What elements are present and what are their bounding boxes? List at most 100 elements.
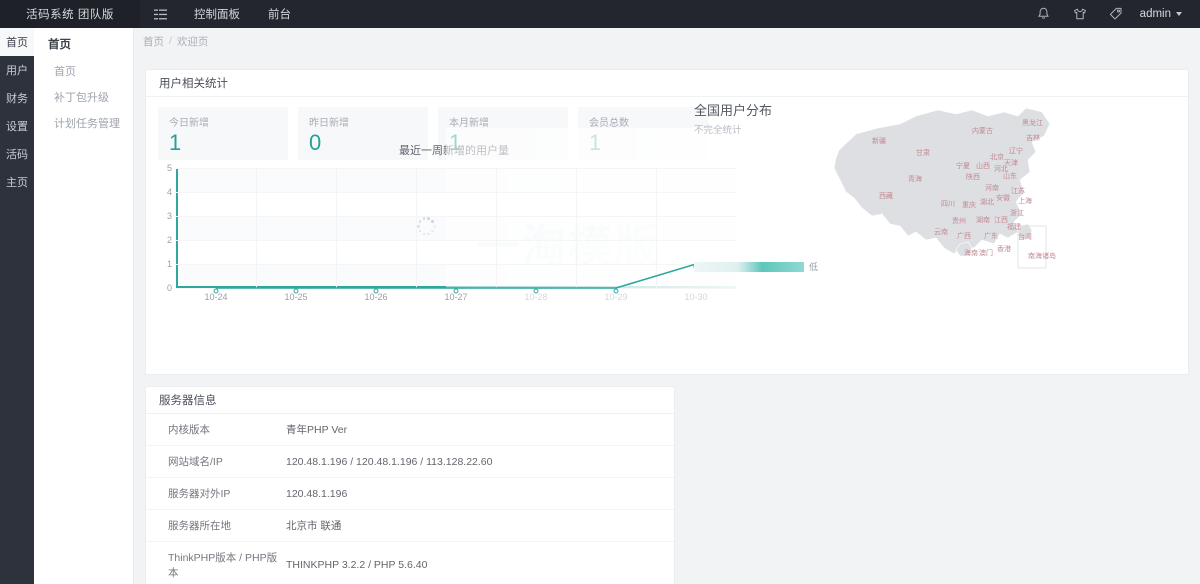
map-province-label: 江苏	[1011, 188, 1025, 196]
map-province-label: 福建	[1007, 224, 1021, 232]
stat-label: 本月新增	[449, 114, 568, 129]
chevron-down-icon	[1176, 12, 1182, 16]
stat-label: 会员总数	[589, 114, 708, 129]
stat-label: 今日新增	[169, 114, 288, 129]
table-row: 网站域名/IP120.48.1.196 / 120.48.1.196 / 113…	[146, 446, 674, 478]
subnav-item-home[interactable]: 首页	[34, 58, 133, 84]
weekly-new-users-chart: 最近一周新增的用户量 一淘模版 01234510-2410-2510-2610-…	[154, 142, 754, 370]
chart-y-tick-label: 3	[160, 212, 172, 220]
breadcrumb: 首页 / 欢迎页	[134, 28, 1200, 54]
brand-logo[interactable]: 活码系统 团队版	[0, 0, 140, 28]
map-province-label: 重庆	[962, 202, 976, 210]
sidebar-item-settings[interactable]: 设置	[0, 112, 34, 140]
chart-data-point[interactable]	[534, 288, 539, 293]
table-row: 服务器所在地北京市 联通	[146, 510, 674, 542]
breadcrumb-current: 欢迎页	[177, 34, 209, 49]
map-province-label: 黑龙江	[1022, 120, 1043, 128]
map-province-label: 海南	[964, 250, 978, 258]
map-province-label: 云南	[934, 229, 948, 237]
map-province-label: 安徽	[996, 195, 1010, 203]
chart-data-point[interactable]	[214, 288, 219, 293]
sidebar-item-home[interactable]: 首页	[0, 28, 34, 56]
chart-y-tick-label: 1	[160, 260, 172, 268]
header-link-dashboard[interactable]: 控制面板	[180, 0, 254, 28]
sidebar-item-mainpage[interactable]: 主页	[0, 168, 34, 196]
shirt-icon[interactable]	[1062, 0, 1098, 28]
map-province-label: 宁夏	[956, 163, 970, 171]
map-province-label: 山东	[1003, 173, 1017, 181]
subnav-item-patch-upgrade[interactable]: 补丁包升级	[34, 84, 133, 110]
user-statistics-title: 用户相关统计	[146, 70, 1188, 97]
map-province-label: 澳门	[979, 250, 993, 258]
server-info-value: 120.48.1.196	[286, 478, 674, 510]
legend-label-low: 低	[809, 260, 818, 273]
server-info-value: 青年PHP Ver	[286, 414, 674, 446]
stat-label: 昨日新增	[309, 114, 428, 129]
shirt-icon-svg	[1073, 7, 1087, 21]
map-province-label: 青海	[908, 176, 922, 184]
server-info-key: 网站域名/IP	[146, 446, 286, 478]
bell-icon-svg	[1037, 7, 1050, 21]
map-province-label: 新疆	[872, 138, 886, 146]
map-province-label: 浙江	[1010, 210, 1024, 218]
map-province-label: 广东	[984, 233, 998, 241]
map-province-label: 西藏	[879, 193, 893, 201]
tag-icon[interactable]	[1098, 0, 1134, 28]
chart-title: 最近一周新增的用户量	[154, 142, 754, 158]
server-info-key: 服务器对外IP	[146, 478, 286, 510]
user-menu-label: admin	[1140, 8, 1171, 20]
server-info-title: 服务器信息	[146, 387, 674, 414]
table-row: ThinkPHP版本 / PHP版本THINKPHP 3.2.2 / PHP 5…	[146, 542, 674, 584]
map-province-label: 湖南	[976, 217, 990, 225]
chart-y-tick-label: 5	[160, 164, 172, 172]
server-info-table: 内核版本青年PHP Ver网站域名/IP120.48.1.196 / 120.4…	[146, 414, 674, 584]
map-province-label: 江西	[994, 217, 1008, 225]
user-statistics-card: 用户相关统计 今日新增 1 昨日新增 0 本月新增 1 会员总数 1 最近一周新…	[145, 69, 1189, 375]
map-province-label: 香港	[997, 246, 1011, 254]
user-menu[interactable]: admin	[1134, 0, 1190, 28]
map-province-label: 河南	[985, 185, 999, 193]
map-province-label: 广西	[957, 233, 971, 241]
table-row: 服务器对外IP120.48.1.196	[146, 478, 674, 510]
server-info-key: ThinkPHP版本 / PHP版本	[146, 542, 286, 584]
sidebar-item-users[interactable]: 用户	[0, 56, 34, 84]
sidebar-item-livecode[interactable]: 活码	[0, 140, 34, 168]
map-province-label: 湖北	[980, 199, 994, 207]
map-province-label: 贵州	[952, 218, 966, 226]
breadcrumb-root[interactable]: 首页	[143, 34, 164, 49]
chart-data-point[interactable]	[614, 288, 619, 293]
hamburger-list-icon-svg	[154, 9, 167, 20]
chart-data-point[interactable]	[454, 288, 459, 293]
national-user-distribution-panel: 全国用户分布 不完全统计 黑龙江吉林辽宁内蒙古北京天津河北山西山东宁夏陕西河南江…	[694, 100, 1180, 350]
tag-icon-svg	[1109, 7, 1123, 21]
map-province-label: 台湾	[1018, 234, 1032, 242]
server-info-card: 服务器信息 内核版本青年PHP Ver网站域名/IP120.48.1.196 /…	[145, 386, 675, 584]
server-info-key: 内核版本	[146, 414, 286, 446]
chart-plot-area: 一淘模版 01234510-2410-2510-2610-2710-2810-2…	[176, 168, 736, 288]
header-actions: admin	[1026, 0, 1200, 28]
chart-y-tick-label: 0	[160, 284, 172, 292]
chart-y-tick-label: 2	[160, 236, 172, 244]
hamburger-list-icon[interactable]	[140, 0, 180, 28]
map-color-legend: 低	[694, 260, 818, 273]
map-province-label: 南海诸岛	[1028, 253, 1056, 261]
chart-y-tick-label: 4	[160, 188, 172, 196]
subnav-item-cron-task[interactable]: 计划任务管理	[34, 110, 133, 136]
main-content: 首页 / 欢迎页 用户相关统计 今日新增 1 昨日新增 0 本月新增 1 会员总…	[134, 28, 1200, 584]
primary-sidebar: 首页 用户 财务 设置 活码 主页	[0, 28, 34, 584]
bell-icon[interactable]	[1026, 0, 1062, 28]
secondary-sidebar-title: 首页	[34, 28, 133, 58]
map-province-label: 辽宁	[1009, 148, 1023, 156]
map-province-label: 北京	[990, 154, 1004, 162]
breadcrumb-separator: /	[169, 35, 172, 47]
map-province-label: 陕西	[966, 174, 980, 182]
header-link-frontend[interactable]: 前台	[254, 0, 305, 28]
server-info-key: 服务器所在地	[146, 510, 286, 542]
sidebar-item-finance[interactable]: 财务	[0, 84, 34, 112]
chart-data-point[interactable]	[294, 288, 299, 293]
chart-data-point[interactable]	[374, 288, 379, 293]
map-province-label: 四川	[941, 201, 955, 209]
china-map[interactable]: 黑龙江吉林辽宁内蒙古北京天津河北山西山东宁夏陕西河南江苏安徽上海浙江湖北重庆四川…	[804, 98, 1064, 313]
map-province-label: 甘肃	[916, 150, 930, 158]
top-header: 活码系统 团队版 控制面板 前台	[0, 0, 1200, 28]
